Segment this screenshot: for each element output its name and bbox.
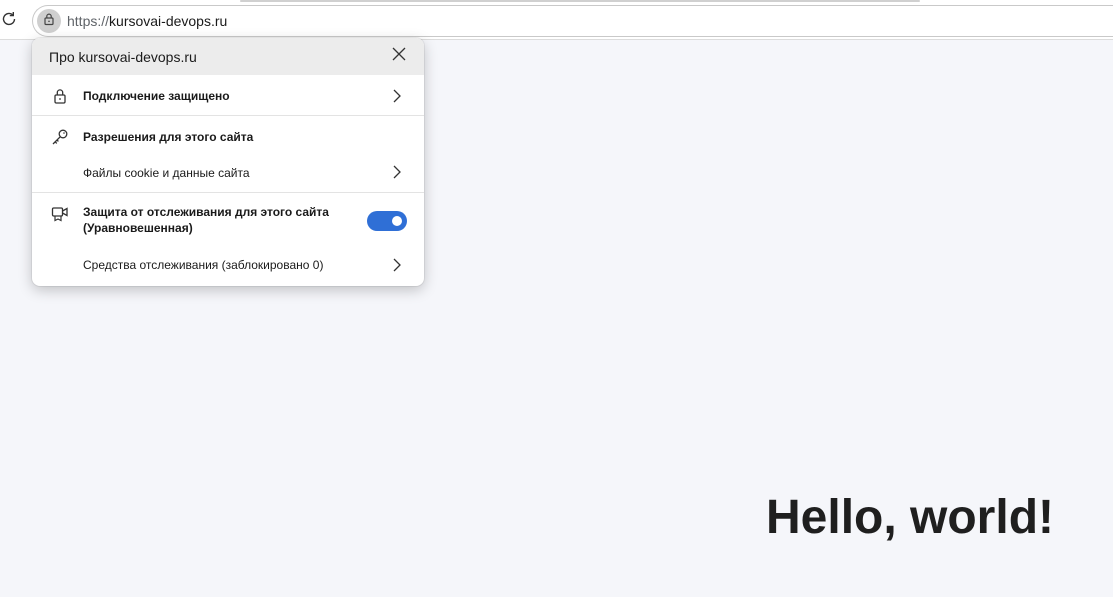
close-button[interactable] [390, 47, 408, 66]
toggle-knob [392, 216, 402, 226]
reload-button[interactable] [0, 11, 18, 31]
tracking-prevention-label-line1: Защита от отслеживания для этого сайта [83, 205, 329, 219]
key-icon [51, 128, 69, 146]
cookies-row[interactable]: Файлы cookie и данные сайта [32, 158, 424, 186]
permissions-label: Разрешения для этого сайта [83, 130, 254, 144]
lock-icon [42, 12, 56, 31]
trackers-row[interactable]: Средства отслеживания (заблокировано 0) [32, 251, 424, 279]
tracking-prevention-label-line2: (Уравновешенная) [83, 221, 193, 235]
tracking-prevention-row: Защита от отслеживания для этого сайта (… [32, 202, 424, 240]
url-text[interactable]: https://kursovai-devops.ru [67, 13, 227, 29]
close-icon [392, 47, 406, 66]
address-bar[interactable]: https://kursovai-devops.ru [32, 5, 1113, 37]
browser-toolbar: https://kursovai-devops.ru [0, 0, 1113, 40]
popup-title: Про kursovai-devops.ru [49, 48, 197, 65]
lock-icon [51, 87, 69, 105]
permissions-heading-row: Разрешения для этого сайта [32, 126, 424, 148]
chevron-right-icon [390, 165, 404, 179]
divider [32, 192, 424, 193]
chevron-right-icon [390, 258, 404, 272]
tracking-prevention-toggle[interactable] [367, 211, 407, 231]
url-host: kursovai-devops.ru [109, 13, 228, 29]
camera-shield-icon [51, 205, 69, 223]
divider [32, 115, 424, 116]
tab-strip-edge [240, 0, 920, 2]
connection-secure-label: Подключение защищено [83, 89, 230, 103]
cookies-label: Файлы cookie и данные сайта [83, 166, 250, 180]
popup-header: Про kursovai-devops.ru [32, 38, 424, 75]
connection-secure-row[interactable]: Подключение защищено [32, 76, 424, 115]
url-scheme: https:// [67, 13, 110, 29]
site-info-button[interactable] [37, 9, 61, 33]
page-heading: Hello, world! [766, 491, 1054, 544]
trackers-label: Средства отслеживания (заблокировано 0) [83, 258, 324, 272]
chevron-right-icon [390, 89, 404, 103]
site-info-popup: Про kursovai-devops.ru Подключение защищ… [32, 38, 424, 286]
reload-icon [0, 10, 18, 33]
